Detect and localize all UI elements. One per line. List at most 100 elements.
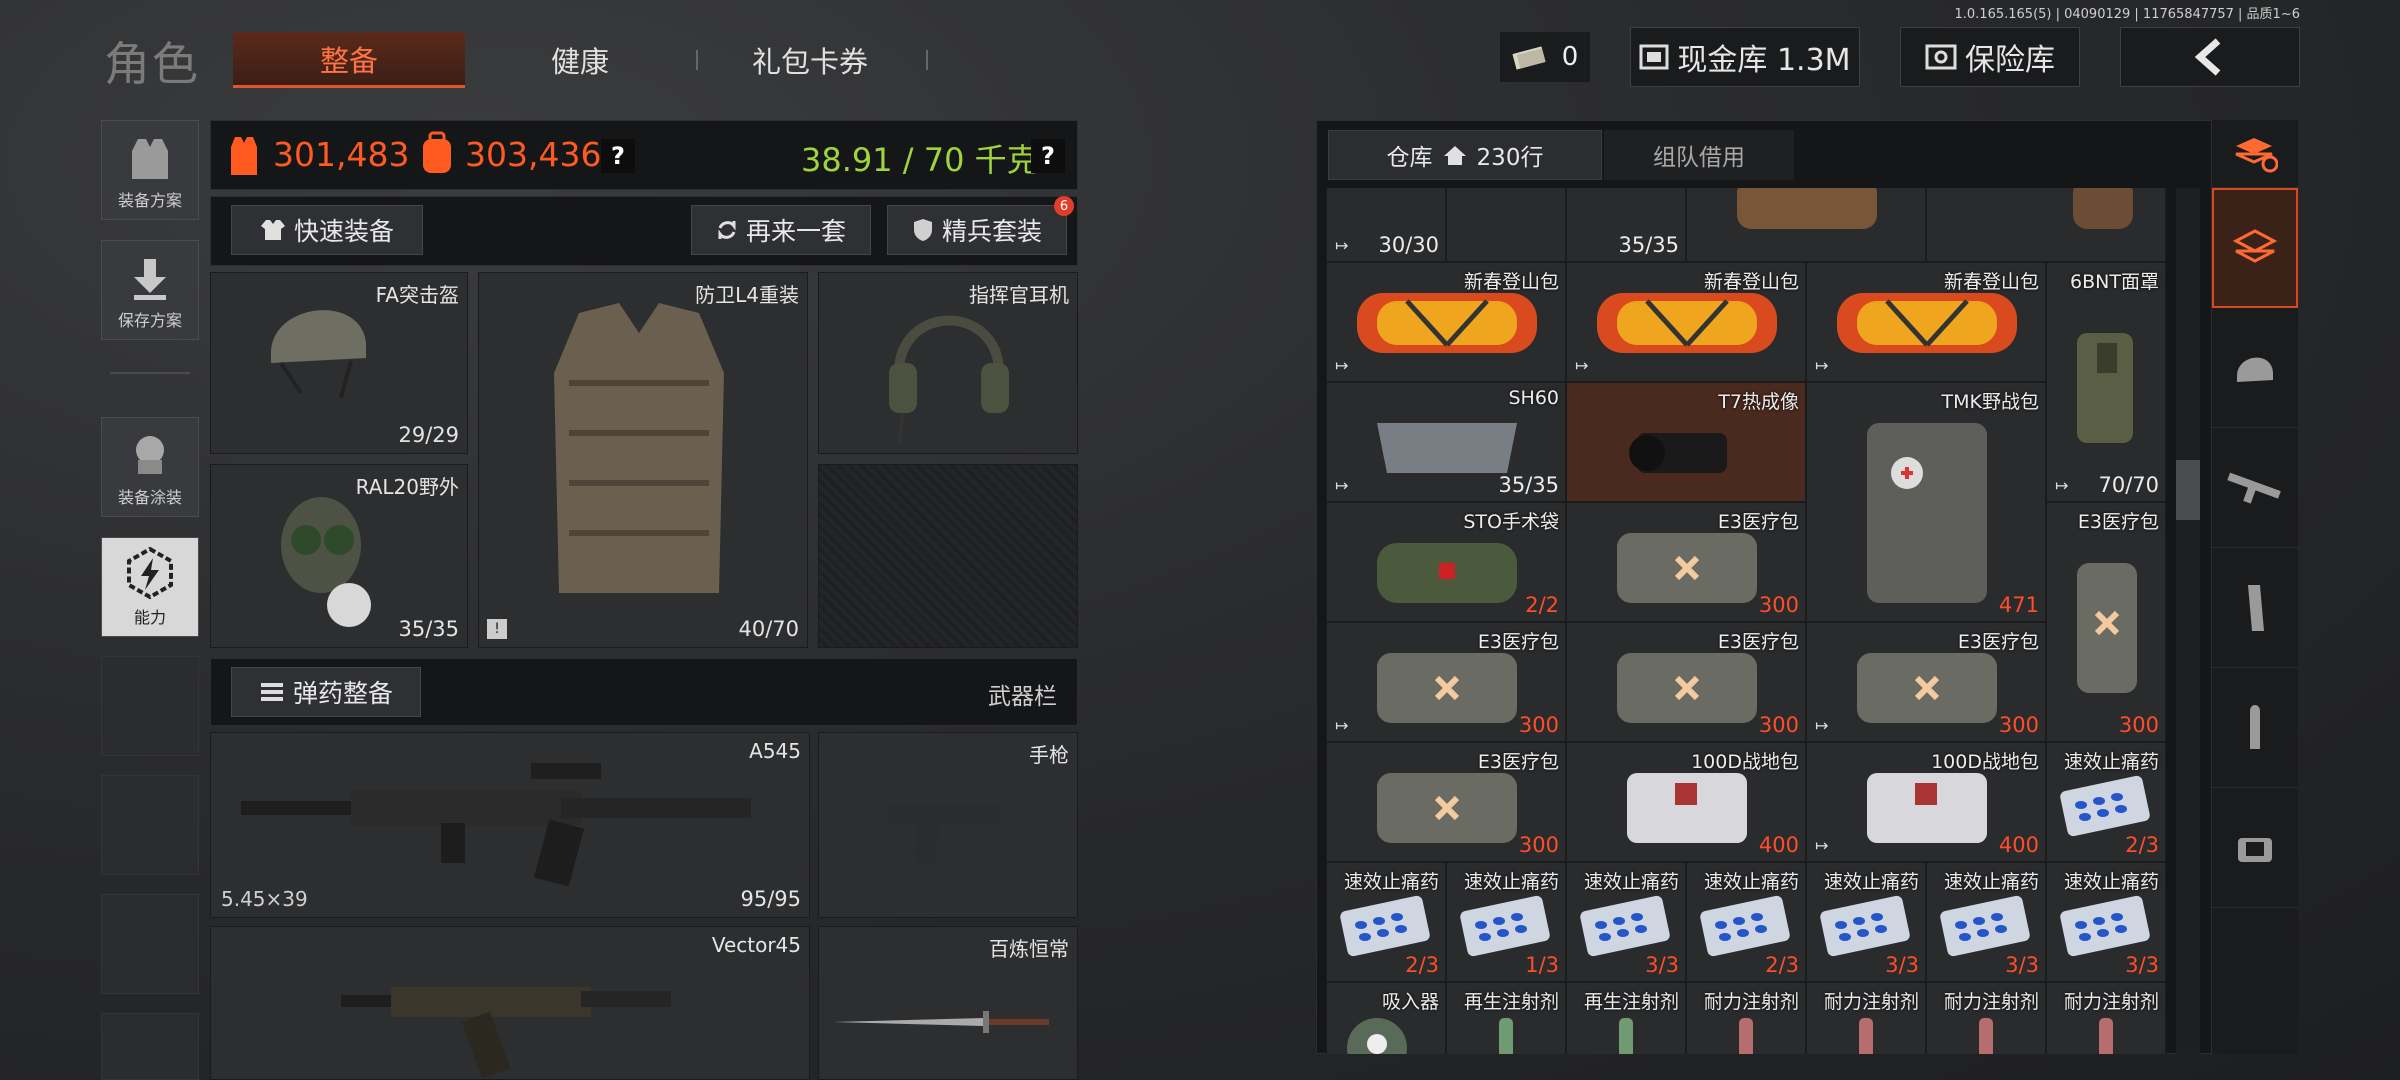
grid-cell[interactable]: [1926, 188, 2166, 262]
grid-cell[interactable]: 再生注射剂: [1446, 982, 1566, 1054]
primary-weapon-slot[interactable]: A545 5.45×39 95/95: [210, 732, 810, 918]
tab-health[interactable]: 健康: [480, 32, 680, 88]
grid-cell[interactable]: 新春登山包 ↦: [1326, 262, 1566, 382]
grid-cell[interactable]: 速效止痛药 3/3: [1566, 862, 1686, 982]
grid-cell[interactable]: E3医疗包 ↦ 300: [1806, 622, 2046, 742]
grid-cell[interactable]: ↦ 30/30: [1326, 188, 1446, 262]
sidebar-item-loadouts[interactable]: 装备方案: [101, 120, 199, 220]
item-count: 70/70: [2098, 473, 2159, 497]
grid-cell[interactable]: 耐力注射剂: [1926, 982, 2046, 1054]
grid-cell[interactable]: 速效止痛药 3/3: [1806, 862, 1926, 982]
tab-team-borrow[interactable]: 组队借用: [1604, 130, 1794, 180]
item-name: 耐力注射剂: [1823, 991, 1919, 1013]
filter-ammo[interactable]: [2212, 668, 2298, 788]
quick-equip-label: 快速装备: [293, 217, 394, 246]
safe-button[interactable]: 保险库: [1900, 27, 2080, 87]
cash-vault-label: 现金库 1.3M: [1677, 43, 1851, 78]
mask-slot[interactable]: RAL20野外 35/35: [210, 464, 468, 648]
export-icon: ↦: [1335, 476, 1349, 495]
grid-cell[interactable]: E3医疗包 300: [1566, 622, 1806, 742]
secondary-weapon-slot[interactable]: Vector45: [210, 926, 810, 1080]
scrollbar-track[interactable]: [2176, 188, 2200, 1054]
grid-cell[interactable]: 新春登山包 ↦: [1566, 262, 1806, 382]
elite-set-label: 精兵套装: [941, 217, 1042, 246]
grid-cell[interactable]: 耐力注射剂: [2046, 982, 2166, 1054]
equipment-value: 301,483: [273, 135, 410, 174]
grid-cell[interactable]: [1686, 188, 1926, 262]
elite-set-button[interactable]: 精兵套装 6: [887, 196, 1074, 255]
vault-icon: [1639, 44, 1669, 70]
tab-outfit[interactable]: 整备: [233, 32, 465, 88]
help-button[interactable]: ?: [601, 139, 635, 173]
tab-gifts[interactable]: 礼包卡券: [710, 32, 910, 88]
quick-equip-button[interactable]: 快速装备: [231, 205, 423, 255]
pack-image: [1357, 293, 1537, 353]
weight-help-button[interactable]: ?: [1031, 139, 1065, 173]
grid-cell[interactable]: 耐力注射剂: [1806, 982, 1926, 1054]
mask-name: RAL20野外: [355, 475, 459, 499]
grid-cell[interactable]: 速效止痛药 3/3: [2046, 862, 2166, 982]
grid-cell[interactable]: T7热成像: [1566, 382, 1806, 502]
grid-cell[interactable]: 耐力注射剂: [1686, 982, 1806, 1054]
sidebar-item-paint[interactable]: 装备涂装: [101, 417, 199, 517]
item-count: 300: [1518, 713, 1559, 737]
grid-cell[interactable]: 吸入器: [1326, 982, 1446, 1054]
sidebar-item-ability[interactable]: 能力: [101, 537, 199, 637]
filter-rifles[interactable]: [2212, 428, 2298, 548]
grid-cell[interactable]: 速效止痛药 3/3: [1926, 862, 2046, 982]
grid-cell[interactable]: 100D战地包 ↦ 400: [1806, 742, 2046, 862]
item-name: 速效止痛药: [1823, 871, 1919, 893]
empty-gear-slot[interactable]: [818, 464, 1078, 648]
filter-magazines[interactable]: [2212, 548, 2298, 668]
grid-cell[interactable]: E3医疗包 300: [1326, 742, 1566, 862]
grid-cell[interactable]: 6BNT面罩 ↦ 70/70: [2046, 262, 2166, 502]
grid-cell[interactable]: 速效止痛药 2/3: [1686, 862, 1806, 982]
grid-cell[interactable]: 速效止痛药 1/3: [1446, 862, 1566, 982]
headset-image: [889, 315, 1009, 443]
filter-attachments[interactable]: [2212, 788, 2298, 908]
pistol-image: [889, 803, 999, 863]
shirt-icon: [260, 220, 285, 240]
item-name: 100D战地包: [1691, 751, 1799, 773]
filter-helmets[interactable]: [2212, 308, 2298, 428]
grid-cell[interactable]: E3医疗包 300: [2046, 502, 2166, 742]
grid-cell[interactable]: 新春登山包 ↦: [1806, 262, 2046, 382]
paint-icon: [136, 436, 164, 474]
sort-button[interactable]: [2212, 120, 2298, 188]
headset-slot[interactable]: 指挥官耳机: [818, 272, 1078, 454]
item-name: 速效止痛药: [1463, 871, 1559, 893]
page-title: 角色: [104, 37, 200, 91]
grid-cell[interactable]: 速效止痛药 2/3: [2046, 742, 2166, 862]
grid-cell[interactable]: 再生注射剂: [1566, 982, 1686, 1054]
grid-cell[interactable]: E3医疗包 300: [1566, 502, 1806, 622]
grid-cell[interactable]: STO手术袋 2/2: [1326, 502, 1566, 622]
grid-cell[interactable]: 35/35: [1566, 188, 1686, 262]
pistol-name: 手枪: [1029, 743, 1069, 767]
grid-cell[interactable]: E3医疗包 ↦ 300: [1326, 622, 1566, 742]
export-icon: ↦: [2055, 476, 2069, 495]
grid-cell[interactable]: 速效止痛药 2/3: [1326, 862, 1446, 982]
grid-cell[interactable]: 100D战地包 400: [1566, 742, 1806, 862]
ammo-bar: 弹药整备 武器栏: [210, 658, 1078, 726]
sidebar-item-save[interactable]: 保存方案: [101, 240, 199, 340]
cash-vault-button[interactable]: 现金库 1.3M: [1630, 27, 1860, 87]
ammo-loadout-button[interactable]: 弹药整备: [231, 667, 421, 717]
filter-all[interactable]: [2212, 188, 2298, 308]
helmet-slot[interactable]: FA突击盔 29/29: [210, 272, 468, 454]
vest-icon: [132, 139, 168, 179]
pistol-slot[interactable]: 手枪: [818, 732, 1078, 918]
field-kit-image: [1627, 773, 1747, 843]
tab-gifts-label: 礼包卡券: [751, 45, 868, 79]
rifle-image: [241, 763, 751, 887]
armor-slot[interactable]: 防卫L4重装 40/70 !: [478, 272, 808, 648]
grid-cell[interactable]: [1446, 188, 1566, 262]
tab-warehouse[interactable]: 仓库 230行: [1328, 130, 1602, 180]
reroll-label: 再来一套: [745, 217, 846, 246]
reroll-button[interactable]: 再来一套: [691, 205, 871, 255]
back-button[interactable]: [2120, 27, 2300, 87]
grid-cell[interactable]: SH60 ↦ 35/35: [1326, 382, 1566, 502]
scrollbar-thumb[interactable]: [2176, 460, 2200, 520]
grid-cell[interactable]: TMK野战包 471: [1806, 382, 2046, 622]
refresh-icon: [718, 221, 736, 239]
melee-slot[interactable]: 百炼恒常: [818, 926, 1078, 1080]
